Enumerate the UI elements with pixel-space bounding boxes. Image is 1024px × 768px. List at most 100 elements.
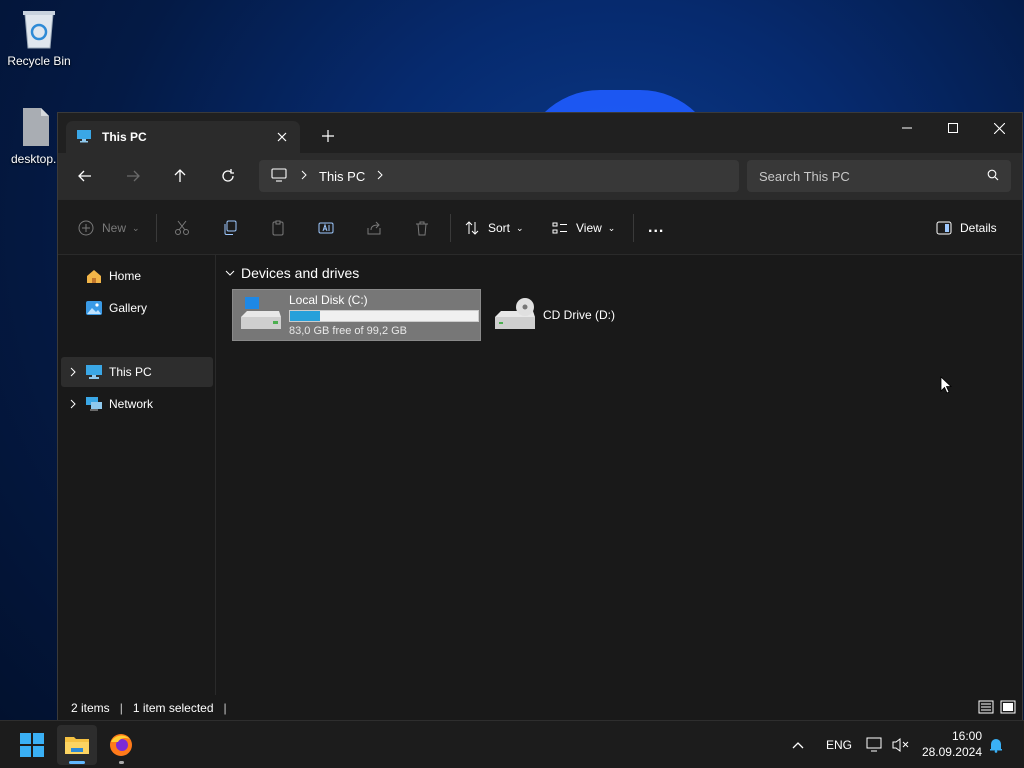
- desktop-icon-label: Recycle Bin: [7, 54, 71, 68]
- details-pane-icon: [936, 221, 952, 235]
- search-icon[interactable]: [987, 169, 999, 184]
- this-pc-icon: [76, 129, 92, 146]
- copy-button[interactable]: [222, 216, 238, 240]
- network-icon: [86, 397, 102, 411]
- file-icon: [17, 106, 53, 148]
- search-input[interactable]: [759, 168, 987, 184]
- rename-icon: [318, 222, 334, 234]
- sort-icon: [465, 221, 479, 235]
- taskbar: ENG 16:00 28.09.2024: [0, 720, 1024, 768]
- breadcrumb-this-pc[interactable]: This PC: [319, 169, 365, 184]
- drive-local-disk-c[interactable]: Local Disk (C:) 83,0 GB free of 99,2 GB: [232, 289, 481, 341]
- new-tab-button[interactable]: [318, 126, 338, 146]
- firefox-icon: [110, 734, 132, 756]
- scissors-icon: [175, 220, 189, 235]
- sort-button[interactable]: Sort ⌄: [464, 216, 524, 240]
- command-bar: New ⌄ Sort ⌄ View ⌄ ... Details: [58, 199, 1022, 255]
- tab-label: This PC: [102, 130, 147, 144]
- mouse-cursor-icon: [940, 376, 952, 394]
- view-button[interactable]: View ⌄: [552, 216, 615, 240]
- sidebar-item-home[interactable]: Home: [61, 261, 213, 291]
- network-status-icon: [866, 737, 882, 752]
- rename-button[interactable]: [318, 216, 334, 240]
- clock[interactable]: 16:00 28.09.2024: [922, 728, 982, 760]
- chevron-right-icon[interactable]: [301, 169, 307, 183]
- close-tab-icon[interactable]: [274, 129, 290, 145]
- drive-name: CD Drive (D:): [543, 308, 615, 322]
- volume-muted-icon: [892, 738, 909, 752]
- clock-date: 28.09.2024: [921, 745, 982, 759]
- selection-count: 1 item selected: [132, 701, 214, 715]
- new-label: New: [102, 221, 127, 235]
- sidebar-item-label: This PC: [109, 365, 152, 379]
- taskbar-firefox[interactable]: [101, 725, 141, 765]
- group-header-devices[interactable]: Devices and drives: [225, 265, 359, 281]
- plus-circle-icon: [78, 220, 94, 236]
- search-box[interactable]: [747, 160, 1011, 192]
- new-button[interactable]: New ⌄: [78, 216, 140, 240]
- maximize-button[interactable]: [930, 113, 976, 143]
- sidebar-item-label: Network: [109, 397, 154, 411]
- more-options-button[interactable]: ...: [648, 216, 664, 240]
- this-pc-icon: [86, 365, 102, 379]
- status-bar: 2 items | 1 item selected |: [58, 695, 1022, 721]
- large-icons-view-icon[interactable]: [1000, 699, 1016, 715]
- cut-button[interactable]: [174, 216, 190, 240]
- recycle-bin-icon: [21, 8, 57, 50]
- more-label: ...: [648, 219, 665, 236]
- volume-button[interactable]: [892, 721, 910, 768]
- close-window-button[interactable]: [976, 113, 1022, 143]
- active-indicator: [69, 761, 85, 764]
- item-count: 2 items: [71, 701, 110, 715]
- sidebar-item-network[interactable]: Network: [61, 389, 213, 419]
- details-label: Details: [960, 221, 997, 235]
- sidebar-item-label: Home: [109, 269, 142, 283]
- drive-name: Local Disk (C:): [289, 293, 368, 307]
- back-button[interactable]: [73, 164, 97, 188]
- cd-drive-icon: [495, 298, 535, 329]
- desktop-icon-recycle-bin[interactable]: Recycle Bin: [4, 8, 74, 68]
- toolbar-divider: [156, 214, 157, 242]
- up-button[interactable]: [168, 164, 192, 188]
- running-indicator: [119, 761, 124, 764]
- refresh-button[interactable]: [216, 164, 240, 188]
- chevron-right-icon[interactable]: [61, 399, 85, 409]
- start-button[interactable]: [12, 725, 52, 765]
- chevron-right-icon[interactable]: [377, 169, 383, 183]
- bell-icon: [990, 739, 1002, 753]
- chevron-up-icon: [792, 742, 804, 749]
- language-indicator[interactable]: ENG: [826, 721, 852, 768]
- clock-time: 16:00: [951, 729, 982, 743]
- details-button[interactable]: Details: [936, 216, 997, 240]
- chevron-down-icon: [225, 270, 235, 276]
- hard-drive-icon: [241, 297, 281, 329]
- title-bar: This PC: [58, 113, 1022, 153]
- share-button[interactable]: [366, 216, 382, 240]
- view-icon: [552, 222, 567, 234]
- details-view-icon[interactable]: [978, 699, 994, 715]
- sidebar-item-this-pc[interactable]: This PC: [61, 357, 213, 387]
- chevron-down-icon: ⌄: [607, 222, 616, 233]
- network-status-button[interactable]: [866, 721, 884, 768]
- drive-usage-bar: [289, 310, 479, 322]
- sidebar-item-gallery[interactable]: Gallery: [61, 293, 213, 323]
- show-hidden-icons-button[interactable]: [792, 721, 804, 768]
- sort-label: Sort: [488, 221, 511, 235]
- minimize-button[interactable]: [884, 113, 930, 143]
- taskbar-file-explorer[interactable]: [57, 725, 97, 765]
- paste-button[interactable]: [270, 216, 286, 240]
- folder-icon: [65, 737, 89, 754]
- chevron-right-icon[interactable]: [61, 367, 85, 377]
- file-explorer-window: This PC This PC Search This PC New ⌄ Sor…: [57, 112, 1023, 722]
- sidebar-item-label: Gallery: [109, 301, 148, 315]
- drive-cd-d[interactable]: CD Drive (D:): [487, 289, 637, 341]
- chevron-down-icon: ⌄: [132, 222, 140, 233]
- address-bar[interactable]: This PC: [259, 160, 739, 192]
- delete-button[interactable]: [414, 216, 430, 240]
- share-icon: [367, 221, 381, 235]
- forward-button[interactable]: [121, 164, 145, 188]
- notifications-button[interactable]: [988, 721, 1004, 768]
- tab-this-pc[interactable]: This PC: [66, 121, 300, 153]
- monitor-icon: [271, 167, 287, 185]
- gallery-icon: [86, 301, 102, 315]
